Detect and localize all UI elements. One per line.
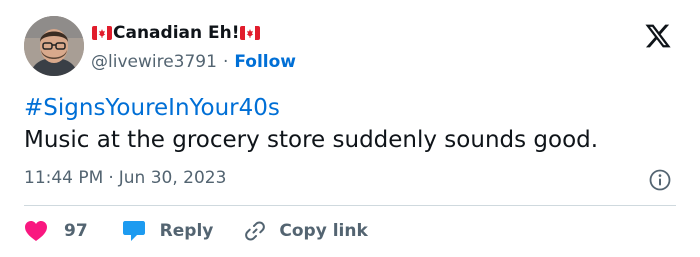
separator-dot: · xyxy=(108,168,114,188)
like-button[interactable]: 97 xyxy=(24,220,88,242)
like-count: 97 xyxy=(64,221,88,241)
info-icon[interactable] xyxy=(648,168,672,192)
canada-flag-icon xyxy=(240,26,261,40)
follow-button[interactable]: Follow xyxy=(234,52,296,72)
divider xyxy=(24,205,676,206)
action-bar: 97 Reply Copy link xyxy=(24,216,368,246)
tweet-date: Jun 30, 2023 xyxy=(118,168,227,188)
avatar[interactable] xyxy=(24,16,84,76)
canada-flag-icon xyxy=(92,26,112,40)
author-handle-row: @livewire3791 · Follow xyxy=(91,50,296,74)
copy-link-label: Copy link xyxy=(279,221,368,241)
author-name-text: Canadian Eh! xyxy=(113,23,240,43)
reply-label: Reply xyxy=(159,221,214,241)
link-icon xyxy=(245,221,266,241)
speech-bubble-icon xyxy=(122,221,145,241)
x-logo-icon[interactable] xyxy=(644,22,672,50)
tweet-text: Music at the grocery store suddenly soun… xyxy=(24,127,599,153)
separator-dot: · xyxy=(222,52,229,72)
copy-link-button[interactable]: Copy link xyxy=(243,219,368,243)
heart-icon xyxy=(25,221,47,241)
tweet-hashtag-link[interactable]: #SignsYoureInYour40s xyxy=(24,92,280,124)
author-handle[interactable]: @livewire3791 xyxy=(91,52,217,72)
reply-button[interactable]: Reply xyxy=(122,220,214,242)
tweet-time: 11:44 PM xyxy=(24,168,104,188)
tweet-timestamp[interactable]: 11:44 PM · Jun 30, 2023 xyxy=(24,166,226,190)
author-display-name[interactable]: Canadian Eh! xyxy=(91,21,261,45)
